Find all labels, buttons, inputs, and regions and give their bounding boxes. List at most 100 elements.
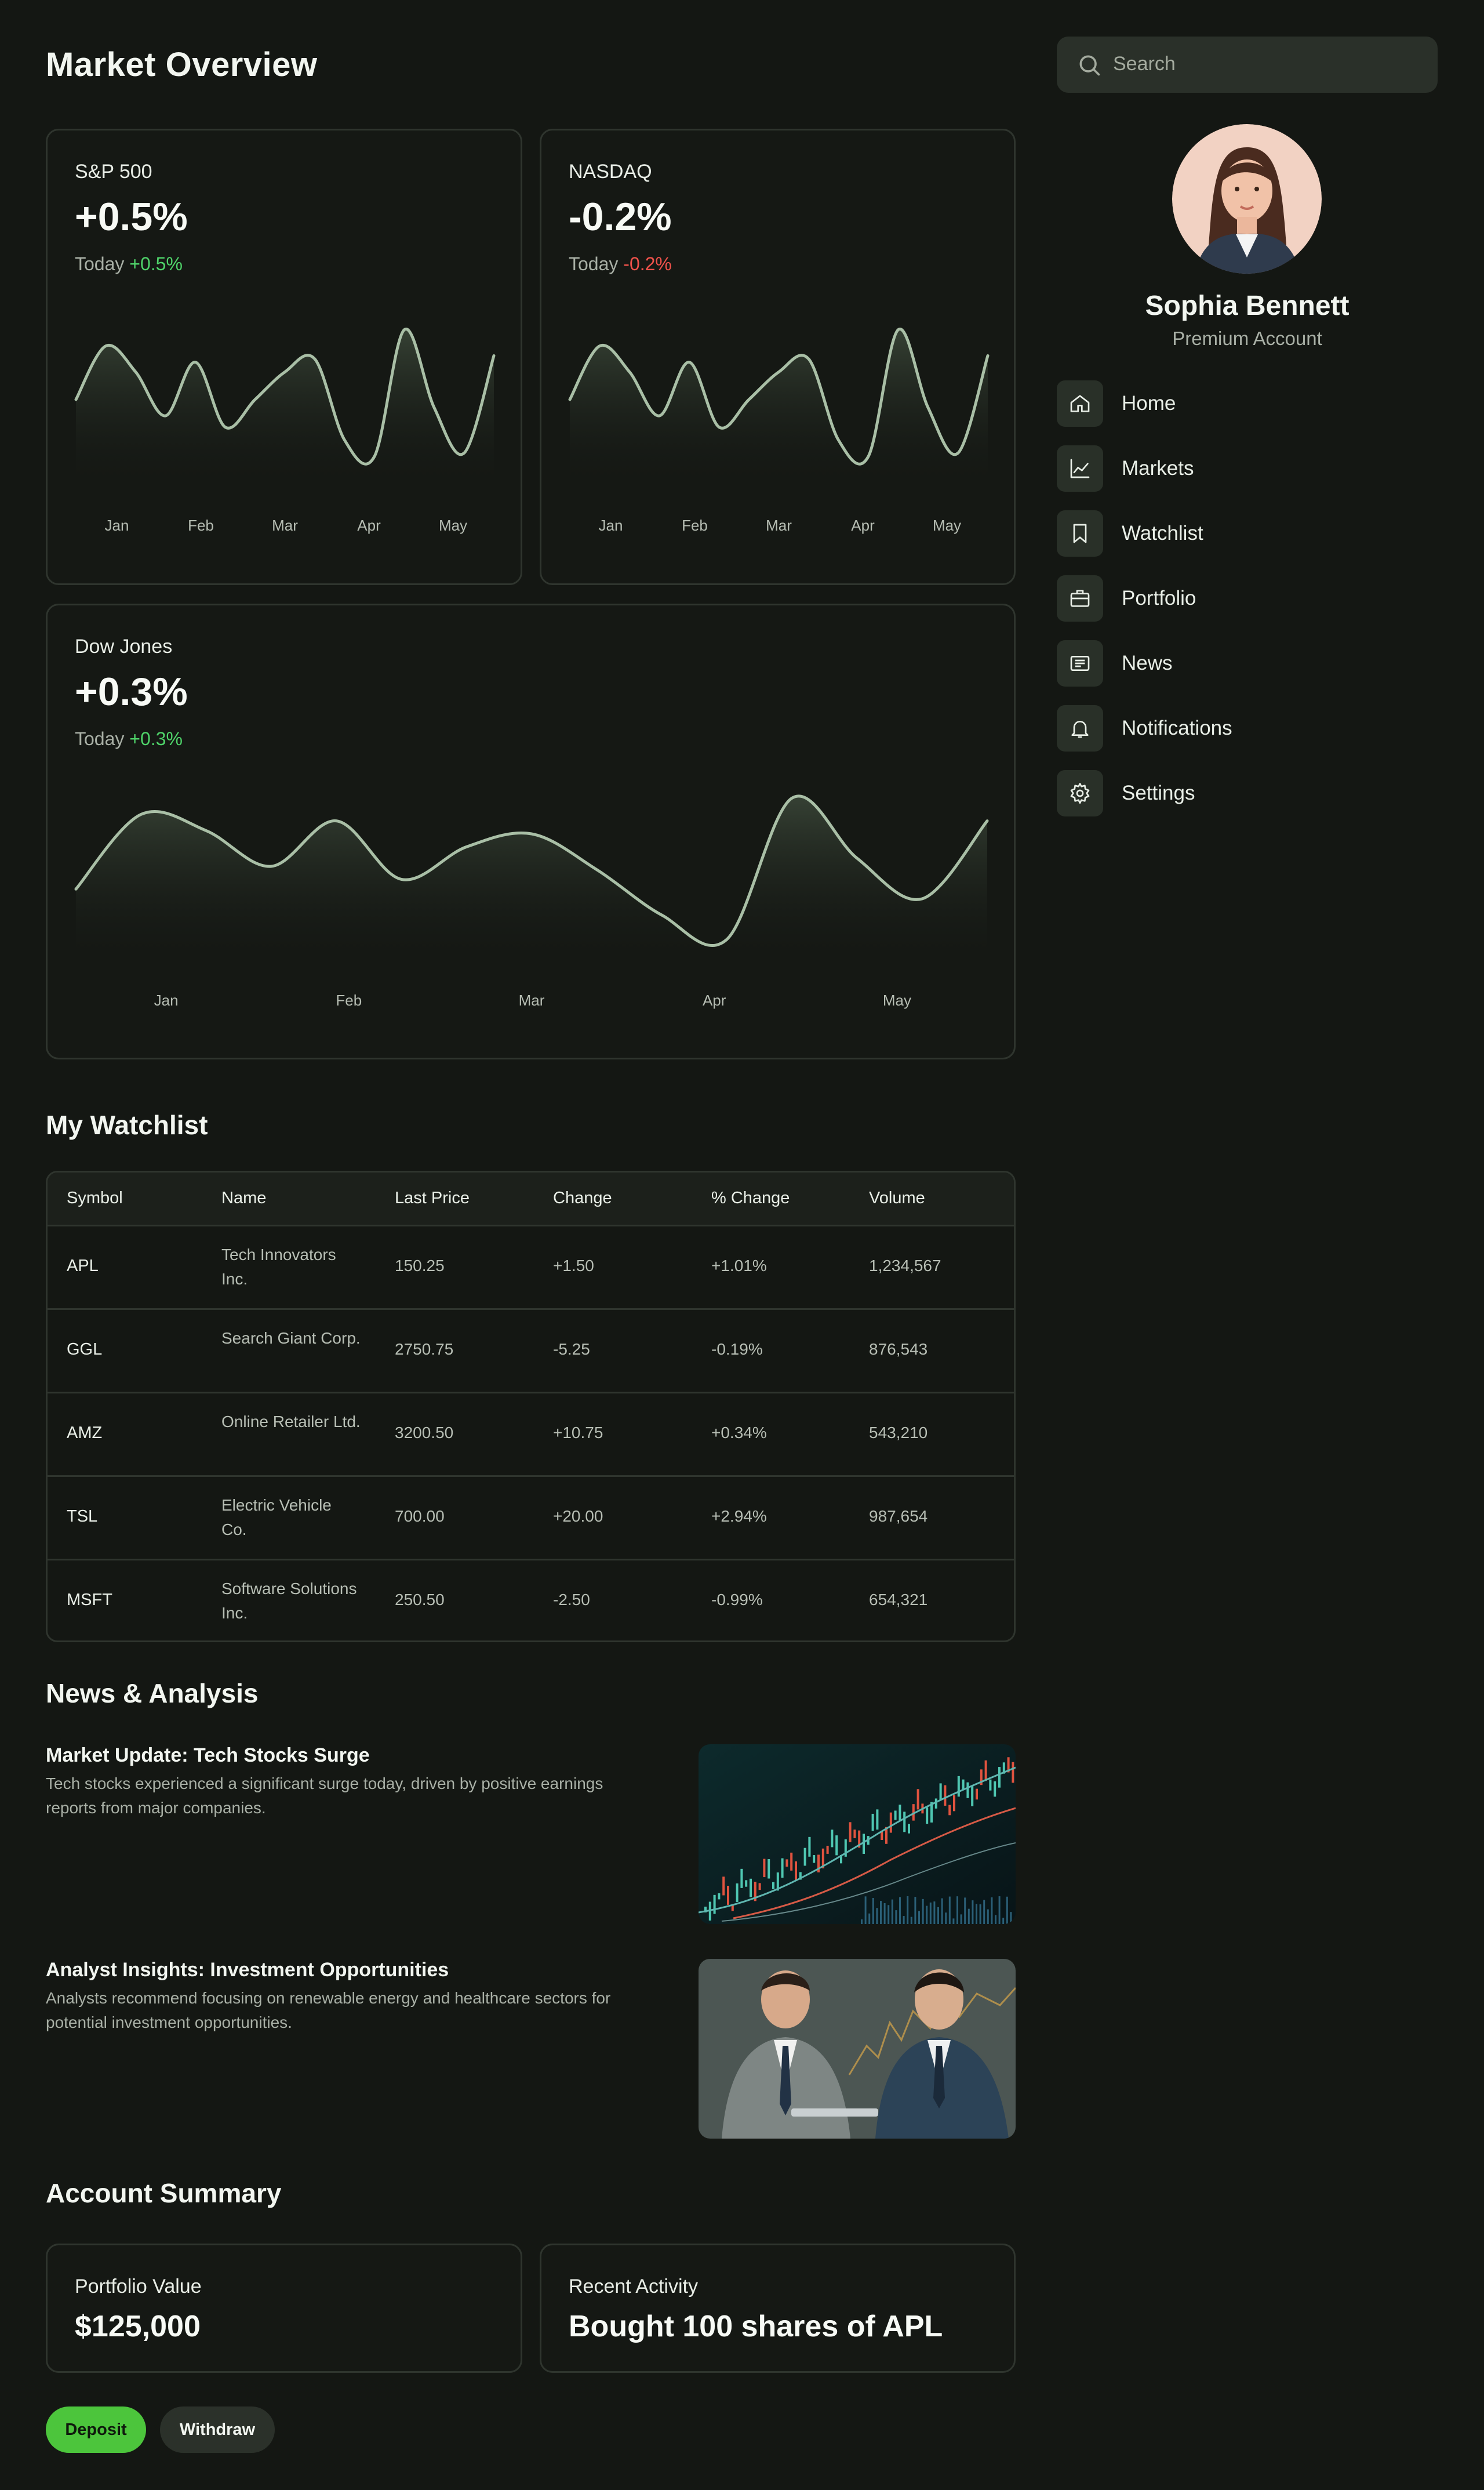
sidebar-item-portfolio[interactable]: Portfolio (1057, 575, 1438, 622)
cell-symbol: TSL (67, 1507, 98, 1526)
volume-bar-mark (880, 1901, 882, 1924)
candle-mark (745, 1880, 748, 1887)
table-row[interactable]: GGL Search Giant Corp. 2750.75 -5.25 -0.19% 8… (48, 1310, 1014, 1393)
sidebar-item-news[interactable]: News (1057, 640, 1438, 687)
withdraw-button[interactable]: Withdraw (160, 2406, 275, 2453)
volume-bar-mark (933, 1901, 936, 1924)
volume-bar-mark (922, 1899, 924, 1924)
newspaper-icon (1057, 640, 1103, 687)
today-label: Today (75, 728, 125, 749)
deposit-button[interactable]: Deposit (46, 2406, 146, 2453)
volume-bar-mark (1002, 1918, 1005, 1924)
sidebar-item-notifications[interactable]: Notifications (1057, 705, 1438, 752)
index-name: Dow Jones (75, 636, 173, 658)
candle-mark (953, 1795, 955, 1812)
sidebar-item-settings[interactable]: Settings (1057, 770, 1438, 816)
recent-activity-value: Bought 100 shares of APL (569, 2310, 943, 2343)
index-card-sp500[interactable]: S&P 500 +0.5% Today +0.5% Jan Feb Mar Apr Ma… (46, 129, 522, 585)
column-header[interactable]: Volume (869, 1189, 925, 1208)
avatar[interactable] (1172, 124, 1322, 274)
cell-volume: 543,210 (869, 1424, 928, 1442)
candle-mark (926, 1807, 929, 1824)
volume-bar-mark (972, 1900, 974, 1924)
candle-mark (727, 1886, 729, 1905)
table-row[interactable]: TSL Electric Vehicle Co. 700.00 +20.00 +2.94… (48, 1477, 1014, 1560)
column-header[interactable]: Last Price (395, 1189, 470, 1208)
sidebar-item-markets[interactable]: Markets (1057, 445, 1438, 492)
cell-symbol: AMZ (67, 1424, 103, 1442)
candle-mark (785, 1859, 788, 1867)
volume-bar-mark (964, 1897, 966, 1924)
candle-mark (899, 1805, 901, 1821)
x-tick-label: Feb (336, 992, 362, 1009)
index-card-dowjones[interactable]: Dow Jones +0.3% Today +0.3% Jan Feb Mar Apr… (46, 604, 1016, 1059)
volume-bar-mark (983, 1900, 985, 1924)
table-row[interactable]: AMZ Online Retailer Ltd. 3200.50 +10.75 +0.3… (48, 1393, 1014, 1477)
news-headline[interactable]: Analyst Insights: Investment Opportuniti… (46, 1959, 449, 1981)
sidebar-item-label: Notifications (1122, 717, 1232, 739)
index-value: -0.2% (569, 195, 672, 239)
cell-symbol: MSFT (67, 1591, 112, 1609)
cell-volume: 1,234,567 (869, 1257, 941, 1275)
candle-mark (916, 1789, 919, 1810)
index-card-nasdaq[interactable]: NASDAQ -0.2% Today -0.2% Jan Feb Mar Apr May (540, 129, 1016, 585)
portfolio-value-card: Portfolio Value $125,000 (46, 2244, 522, 2373)
table-row[interactable]: APL Tech Innovators Inc. 150.25 +1.50 +1.01%… (48, 1226, 1014, 1310)
volume-bar-mark (926, 1905, 928, 1924)
cell-change: +10.75 (553, 1424, 603, 1442)
column-header[interactable]: % Change (711, 1189, 790, 1208)
volume-bar-mark (895, 1910, 897, 1924)
column-header[interactable]: Change (553, 1189, 612, 1208)
candle-mark (740, 1868, 743, 1888)
sidebar-item-label: Watchlist (1122, 522, 1203, 545)
gear-icon (1057, 770, 1103, 816)
x-tick-label: Jan (154, 992, 179, 1009)
candle-mark (894, 1810, 897, 1820)
table-header: Symbol Name Last Price Change % Change V… (48, 1173, 1014, 1226)
x-tick-label: Jan (105, 517, 129, 534)
candle-mark (876, 1809, 879, 1830)
cell-volume: 876,543 (869, 1340, 928, 1358)
volume-bar-mark (888, 1905, 890, 1924)
index-today: Today -0.2% (569, 253, 672, 275)
cell-percent-change: +2.94% (711, 1507, 767, 1525)
news-image-analysts[interactable] (699, 1959, 1016, 2139)
sidebar-item-watchlist[interactable]: Watchlist (1057, 510, 1438, 557)
candle-mark (998, 1767, 1001, 1788)
candle-mark (763, 1859, 766, 1878)
chart-area-fill (76, 329, 494, 490)
volume-bar-mark (929, 1902, 932, 1924)
candle-mark (808, 1836, 811, 1857)
cell-last-price: 700.00 (395, 1507, 445, 1525)
index-value: +0.5% (75, 195, 188, 239)
cell-volume: 987,654 (869, 1507, 928, 1525)
candle-mark (772, 1882, 774, 1889)
search-input[interactable]: Search (1057, 37, 1438, 93)
volume-bar-mark (998, 1896, 1001, 1924)
user-name: Sophia Bennett (1145, 291, 1350, 321)
column-header[interactable]: Name (221, 1189, 266, 1208)
candle-mark (826, 1845, 829, 1854)
sidebar-item-home[interactable]: Home (1057, 380, 1438, 427)
cell-percent-change: -0.99% (711, 1591, 763, 1609)
volume-bar-mark (991, 1897, 993, 1924)
cell-change: -2.50 (553, 1591, 590, 1609)
search-icon (1076, 52, 1102, 81)
cell-name: Online Retailer Ltd. (221, 1413, 361, 1431)
news-summary: Tech stocks experienced a significant su… (46, 1774, 603, 1817)
table-row[interactable]: MSFT Software Solutions Inc. 250.50 -2.50 -0… (48, 1560, 1014, 1640)
recent-activity-card: Recent Activity Bought 100 shares of APL (540, 2244, 1016, 2373)
sidebar-item-label: Settings (1122, 782, 1195, 804)
today-change: +0.5% (129, 253, 183, 274)
column-header[interactable]: Symbol (67, 1189, 123, 1208)
cell-name: Software Solutions Inc. (221, 1580, 357, 1622)
chart-area-fill (570, 329, 988, 490)
news-headline[interactable]: Market Update: Tech Stocks Surge (46, 1744, 370, 1767)
candle-mark (889, 1812, 892, 1833)
news-image-stock-chart[interactable] (699, 1744, 1016, 1924)
volume-bar-mark (956, 1896, 958, 1924)
volume-bar-mark (945, 1912, 947, 1924)
cell-last-price: 3200.50 (395, 1424, 454, 1442)
portfolio-value-label: Portfolio Value (75, 2275, 202, 2297)
volume-bar-mark (948, 1896, 951, 1924)
